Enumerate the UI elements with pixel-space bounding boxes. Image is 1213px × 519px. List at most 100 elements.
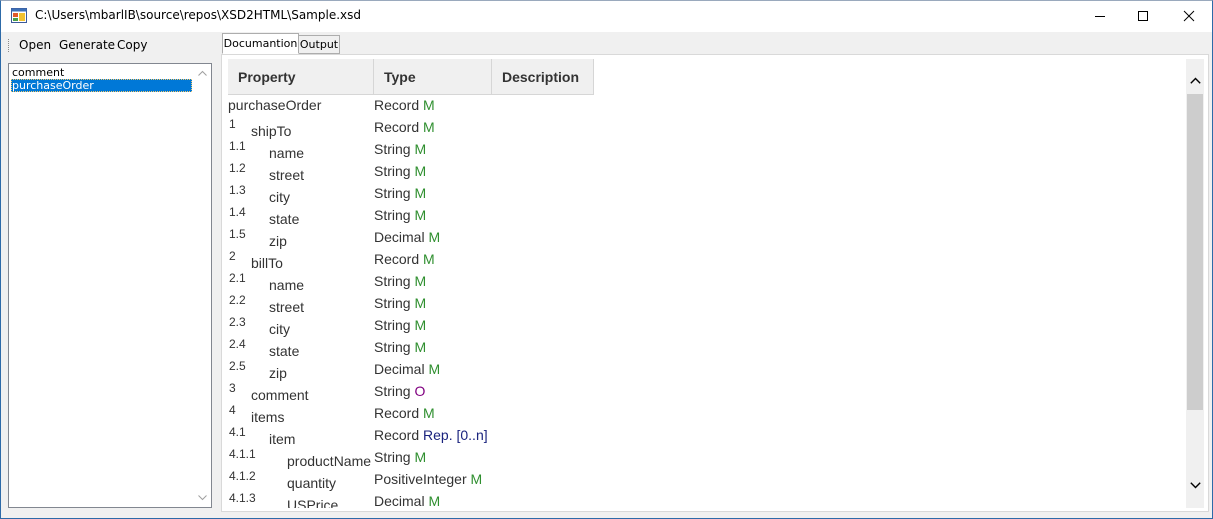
chevron-down-icon [1189, 481, 1201, 488]
property-name: purchaseOrder [228, 97, 322, 113]
type-cell: String M [374, 295, 426, 311]
tab-output[interactable]: Output [298, 35, 340, 54]
type-name: String [374, 295, 411, 311]
app-form-icon [11, 8, 27, 23]
type-name: String [374, 449, 411, 465]
row-number: 1.5 [229, 227, 246, 241]
table-row: 2.1 name String M [228, 271, 828, 293]
type-cell: Decimal M [374, 361, 440, 377]
row-number: 4.1 [229, 425, 246, 439]
property-name: state [269, 211, 300, 227]
occurrence-badge: M [414, 185, 427, 201]
type-name: Record [374, 119, 420, 135]
type-cell: Record M [374, 119, 435, 135]
maximize-button[interactable] [1120, 1, 1166, 31]
occurrence-badge: M [428, 229, 441, 245]
table-row: 2.2 street String M [228, 293, 828, 315]
documentation-scrollbar[interactable] [1186, 59, 1204, 508]
property-name: item [269, 431, 296, 447]
scroll-up-button[interactable] [1186, 71, 1204, 89]
table-row: 4 items Record M [228, 403, 828, 425]
listbox-scrollbar[interactable] [194, 64, 211, 507]
row-number: 2.3 [229, 315, 246, 329]
tab-documantion[interactable]: Documantion [222, 33, 299, 54]
chevron-down-icon[interactable] [198, 495, 207, 501]
table-row: 1.1 name String M [228, 139, 828, 161]
type-cell: String M [374, 163, 426, 179]
type-cell: String O [374, 383, 425, 399]
occurrence-badge: M [428, 361, 441, 377]
occurrence-badge: M [423, 97, 435, 113]
type-cell: String M [374, 185, 426, 201]
property-name: city [269, 321, 290, 337]
row-number: 2.2 [229, 293, 246, 307]
property-name: street [269, 167, 305, 183]
occurrence-badge: M [414, 141, 427, 157]
list-item[interactable]: comment [11, 66, 64, 79]
main-window: C:\Users\mbarlIB\source\repos\XSD2HTML\S… [0, 0, 1213, 519]
property-name: productName [287, 453, 372, 469]
occurrence-badge: M [414, 207, 427, 223]
type-listbox[interactable]: comment purchaseOrder [8, 63, 212, 508]
generate-menu-button[interactable]: Generate [59, 38, 115, 52]
chevron-up-icon [1189, 77, 1201, 84]
list-item-selected[interactable]: purchaseOrder [11, 79, 192, 92]
table-row: 3 comment String O [228, 381, 828, 403]
type-cell: String M [374, 273, 426, 289]
header-property: Property [228, 59, 374, 95]
maximize-icon [1138, 11, 1148, 21]
close-icon [1183, 10, 1195, 22]
property-name: state [269, 343, 300, 359]
type-cell: String M [374, 317, 426, 333]
table-row: 2 billTo Record M [228, 249, 828, 271]
toolbar-grip[interactable] [8, 39, 11, 52]
type-cell: String M [374, 141, 426, 157]
table-row: 4.1 item Record Rep. [0..n] [228, 425, 828, 447]
type-name: String [374, 141, 411, 157]
table-row: 1.3 city String M [228, 183, 828, 205]
toolbar: Open Generate Copy [5, 34, 215, 56]
type-name: Record [374, 97, 420, 113]
property-name: zip [269, 233, 287, 249]
occurrence-badge: M [414, 317, 427, 333]
type-name: String [374, 383, 411, 399]
type-name: String [374, 317, 411, 333]
table-row: 1.2 street String M [228, 161, 828, 183]
occurrence-badge: M [414, 273, 427, 289]
minimize-icon [1095, 16, 1105, 17]
row-number: 4.1.3 [229, 491, 256, 505]
property-name: zip [269, 365, 287, 381]
row-number: 1.1 [229, 139, 246, 153]
minimize-button[interactable] [1077, 1, 1123, 31]
type-cell: Decimal M [374, 493, 440, 508]
occurrence-badge: M [423, 251, 435, 267]
chevron-up-icon[interactable] [198, 70, 207, 76]
property-name: name [269, 145, 305, 161]
scroll-down-button[interactable] [1186, 476, 1204, 494]
type-name: Decimal [374, 493, 425, 508]
table-row: 1 shipTo Record M [228, 117, 828, 139]
type-name: String [374, 163, 411, 179]
type-cell: Decimal M [374, 229, 440, 245]
type-cell: String M [374, 207, 426, 223]
title-bar[interactable]: C:\Users\mbarlIB\source\repos\XSD2HTML\S… [1, 1, 1212, 32]
type-name: Record [374, 427, 420, 443]
type-name: Record [374, 251, 420, 267]
occurrence-badge: M [470, 471, 483, 487]
close-button[interactable] [1166, 1, 1212, 31]
type-name: Record [374, 405, 420, 421]
copy-menu-button[interactable]: Copy [117, 38, 147, 52]
row-number: 2.5 [229, 359, 246, 373]
occurrence-badge: Rep. [0..n] [423, 427, 488, 443]
table-row: 2.4 state String M [228, 337, 828, 359]
type-name: String [374, 339, 411, 355]
property-name: city [269, 189, 290, 205]
property-name: comment [251, 387, 309, 403]
scroll-thumb[interactable] [1187, 94, 1203, 410]
open-menu-button[interactable]: Open [19, 38, 51, 52]
type-cell: Record M [374, 251, 435, 267]
occurrence-badge: M [423, 405, 435, 421]
type-name: String [374, 185, 411, 201]
documentation-view: Property Type Description purchaseOrder R… [228, 59, 1204, 508]
type-cell: Record M [374, 97, 435, 113]
